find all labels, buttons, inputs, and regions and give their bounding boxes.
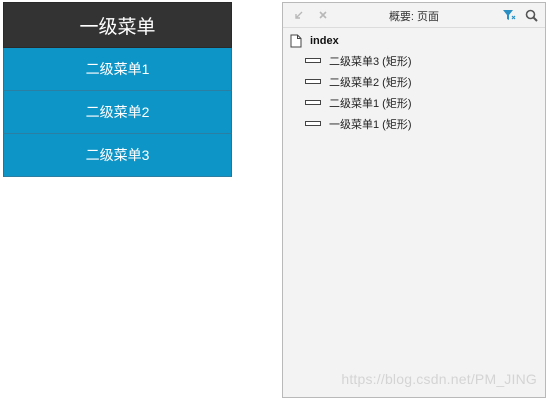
rectangle-icon (305, 121, 321, 126)
tree-item[interactable]: 二级菜单3 (矩形) (283, 50, 545, 71)
outline-panel: 概要: 页面 index 二级菜单3 (矩形) 二级菜单2 (矩形) 二级菜单1… (282, 2, 546, 398)
tree-item-label: 二级菜单2 (矩形) (329, 76, 412, 89)
rectangle-icon (305, 58, 321, 63)
rectangle-icon (305, 100, 321, 105)
tree-item-label: 二级菜单3 (矩形) (329, 55, 412, 68)
filter-icon[interactable] (501, 7, 517, 23)
tree-item-label: 一级菜单1 (矩形) (329, 118, 412, 131)
outline-tree: index 二级菜单3 (矩形) 二级菜单2 (矩形) 二级菜单1 (矩形) 一… (283, 28, 545, 134)
tree-item[interactable]: 二级菜单1 (矩形) (283, 92, 545, 113)
watermark-text: https://blog.csdn.net/PM_JING (341, 371, 537, 387)
menu-header[interactable]: 一级菜单 (3, 2, 232, 48)
tree-root-label: index (310, 35, 339, 47)
menu-item-3[interactable]: 二级菜单3 (3, 134, 232, 177)
menu-widget: 一级菜单 二级菜单1 二级菜单2 二级菜单3 (3, 2, 232, 177)
tree-item-label: 二级菜单1 (矩形) (329, 97, 412, 110)
tree-root-index[interactable]: index (283, 32, 545, 50)
menu-item-2[interactable]: 二级菜单2 (3, 91, 232, 134)
search-icon[interactable] (523, 7, 539, 23)
tree-item[interactable]: 一级菜单1 (矩形) (283, 113, 545, 134)
rectangle-icon (305, 79, 321, 84)
tree-item[interactable]: 二级菜单2 (矩形) (283, 71, 545, 92)
panel-toolbar: 概要: 页面 (283, 3, 545, 28)
menu-item-1[interactable]: 二级菜单1 (3, 48, 232, 91)
page-icon (290, 34, 302, 48)
